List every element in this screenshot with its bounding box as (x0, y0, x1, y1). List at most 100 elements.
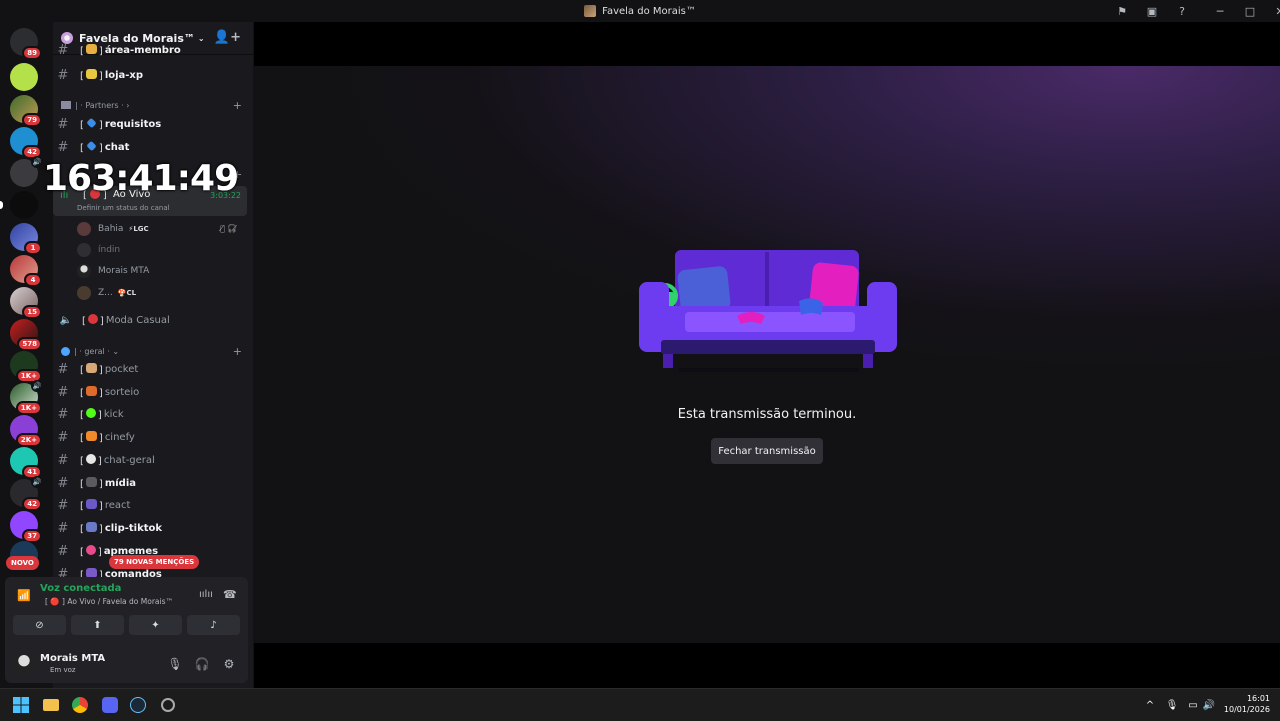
server-icon[interactable]: 578 (10, 319, 42, 351)
server-icon[interactable]: 1 (10, 223, 42, 255)
hash-icon: # (57, 543, 69, 559)
stream-stage: Esta transmissão terminou. Fechar transm… (254, 66, 1280, 643)
new-mentions-badge[interactable]: 79 NOVAS MENÇÕES (109, 555, 200, 569)
hash-icon: # (57, 139, 69, 155)
voice-connected-status[interactable]: Voz conectada (40, 583, 121, 594)
camera-off-button[interactable]: ⊘ (13, 615, 66, 635)
signal-icon[interactable]: 📶 (17, 589, 31, 602)
create-channel-icon[interactable]: + (233, 345, 242, 358)
hash-icon: # (57, 406, 69, 422)
headphones-icon[interactable]: 🎧 (193, 655, 211, 673)
soundboard-icon: ♪ (210, 619, 217, 631)
taskbar: ^ 🎙 ▭ 🔊 16:01 10/01/2026 (0, 688, 1280, 721)
camera-off-icon: ⊘ (35, 619, 44, 631)
soundboard-button[interactable]: ♪ (187, 615, 240, 635)
server-icon[interactable]: 41 (10, 447, 42, 479)
server-title-icon (584, 5, 597, 17)
server-icon[interactable] (0, 191, 38, 219)
noise-suppression-icon[interactable]: ıılıı (199, 589, 213, 600)
channel-sorteio[interactable]: # [] sorteio (53, 381, 253, 403)
server-icon[interactable] (10, 63, 38, 91)
windows-start-icon[interactable] (11, 695, 31, 715)
system-clock[interactable]: 16:01 10/01/2026 (1224, 693, 1270, 715)
user-panel: Morais MTA Em voz 🎙 🎧 ⚙ (5, 645, 248, 683)
server-icon[interactable]: 🔊 42 (10, 476, 43, 511)
hash-icon: # (57, 67, 69, 83)
inbox-icon[interactable]: ▣ (1137, 0, 1167, 22)
share-screen-button[interactable]: ⬆ (71, 615, 124, 635)
app-icon[interactable] (158, 695, 178, 715)
create-channel-icon[interactable]: + (233, 99, 242, 112)
close-stream-button[interactable]: Fechar transmissão (711, 438, 823, 464)
microphone-tray-icon[interactable]: 🎙 (1162, 695, 1182, 715)
invite-people-icon[interactable]: 👤+ (214, 30, 241, 45)
channel-midia[interactable]: ▸# [] mídia (53, 472, 253, 494)
channel-pocket[interactable]: # [] pocket (53, 358, 253, 380)
main-stream-area: Esta transmissão terminou. Fechar transm… (254, 22, 1280, 688)
avatar (77, 264, 91, 278)
discord-taskbar-icon[interactable] (100, 695, 120, 715)
file-explorer-icon[interactable] (41, 695, 61, 715)
channel-requisitos[interactable]: ▸# [] requisitos (53, 113, 253, 135)
stream-ended-message: Esta transmissão terminou. (677, 407, 857, 422)
close-window-button[interactable]: ✕ (1265, 0, 1280, 22)
voice-channel-moda-casual[interactable]: 🔈 [] Moda Casual (53, 309, 253, 331)
microphone-icon[interactable]: 🎙 (166, 655, 184, 673)
minimize-button[interactable]: ─ (1205, 0, 1235, 22)
channel-react[interactable]: # [] react (53, 494, 253, 516)
server-icon[interactable]: 4 (10, 255, 42, 287)
set-channel-status[interactable]: Definir um status do canal (77, 204, 170, 212)
window-title: Favela do Morais™ (602, 5, 696, 17)
category-partners[interactable]: | · Partners · › + (53, 97, 253, 113)
volume-icon[interactable]: 🔊 (1199, 695, 1219, 715)
new-unreads-badge[interactable]: NOVO (6, 556, 39, 570)
inbox-flag-icon[interactable]: ⚑ (1107, 0, 1137, 22)
dm-badge: 89 (22, 46, 42, 60)
server-icon[interactable]: 42 (10, 127, 42, 159)
screen-share-icon: ⬆ (93, 619, 102, 631)
channel-loja-xp[interactable]: ▸# [] loja-xp (53, 64, 253, 86)
server-icon[interactable]: 🔊 (10, 156, 43, 187)
channel-area-membro[interactable]: ▸# [] área-membro (53, 44, 253, 56)
channel-clip-tiktok[interactable]: ▸# [] clip-tiktok (53, 517, 253, 539)
voice-user-morais-mta[interactable]: Morais MTA (77, 261, 149, 281)
server-icon[interactable]: 15 (10, 287, 42, 319)
voice-user-bahia[interactable]: Bahia ⚡LGC (77, 219, 149, 239)
server-icon[interactable]: 79 (10, 95, 42, 127)
username[interactable]: Morais MTA (40, 653, 105, 664)
muted-deafened-icons: 🎙̸ 🎧̸ (220, 224, 238, 233)
channel-kick[interactable]: # [] kick (53, 403, 253, 425)
globe-icon (61, 346, 70, 356)
server-icon[interactable]: 1K+ (10, 351, 42, 383)
hash-icon: # (57, 44, 69, 56)
overlay-timer: 163:41:49 (43, 158, 239, 199)
hash-icon: # (57, 429, 69, 445)
category-geral[interactable]: | · geral · ⌄ + (53, 343, 253, 359)
voice-user-indin[interactable]: índin (77, 240, 120, 260)
server-name: Favela do Morais™ (79, 31, 195, 45)
hash-icon: # (57, 475, 69, 491)
settings-gear-icon[interactable]: ⚙ (220, 655, 238, 673)
speaker-icon: 🔈 (59, 314, 73, 326)
voice-channel-path[interactable]: [ 🔴 ] Ao Vivo / Favela do Morais™ (45, 597, 173, 606)
hash-icon: # (57, 361, 69, 377)
server-icon[interactable]: 🔊 1K+ (10, 380, 43, 415)
voice-connection-panel: 📶 Voz conectada [ 🔴 ] Ao Vivo / Favela d… (5, 577, 248, 645)
server-icon[interactable]: 37 (10, 511, 42, 543)
chevron-up-icon[interactable]: ^ (1140, 695, 1160, 715)
avatar (77, 222, 91, 236)
channel-chat-geral[interactable]: # [] chat-geral (53, 449, 253, 471)
channel-chat[interactable]: ▸# [] chat (53, 136, 253, 158)
maximize-button[interactable]: □ (1235, 0, 1265, 22)
steam-icon[interactable] (128, 695, 148, 715)
speaker-icon: 🔊 (31, 156, 43, 168)
avatar[interactable] (13, 653, 35, 675)
direct-messages-button[interactable]: 89 (10, 28, 42, 60)
voice-user-z[interactable]: Z... 🍄CL (77, 283, 136, 303)
help-icon[interactable]: ? (1167, 0, 1197, 22)
activities-button[interactable]: ✦ (129, 615, 182, 635)
server-icon[interactable]: 2K+ (10, 415, 42, 447)
disconnect-icon[interactable]: ☎ (223, 588, 237, 601)
channel-cinefy[interactable]: # [] cinefy (53, 426, 253, 448)
chrome-icon[interactable] (70, 695, 90, 715)
